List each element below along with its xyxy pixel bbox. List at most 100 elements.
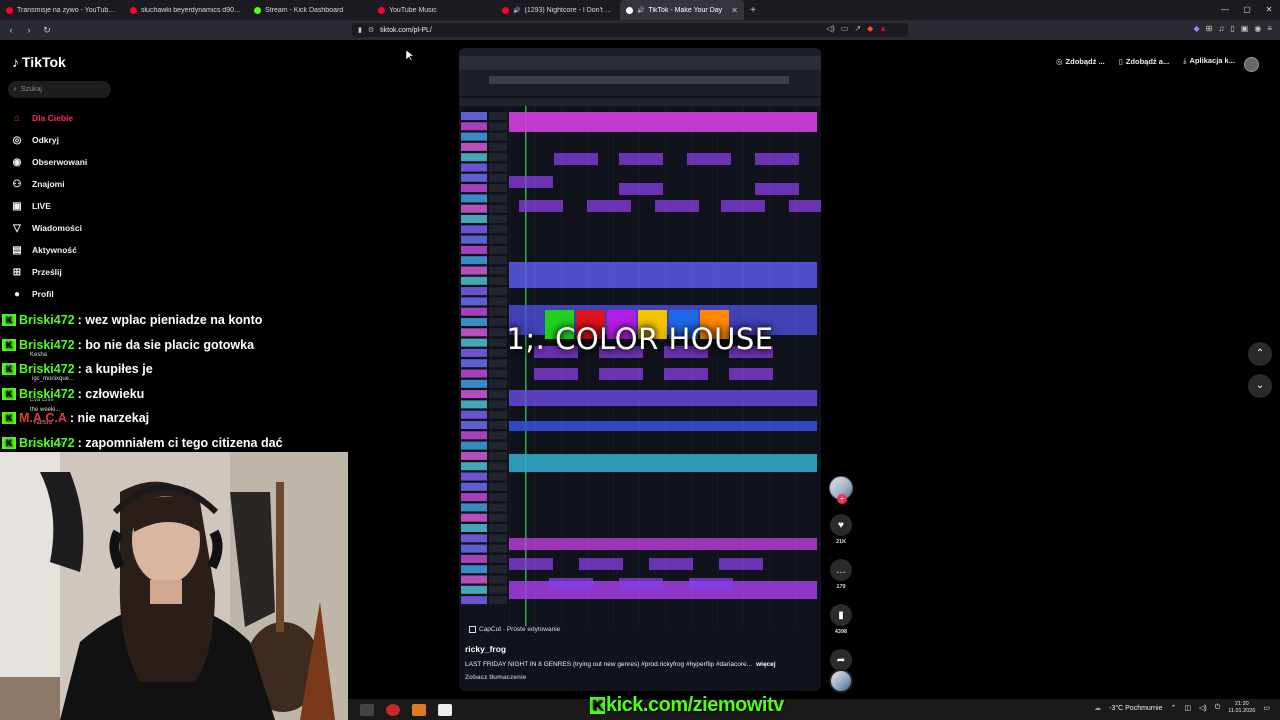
notifications-icon[interactable]: ▭ bbox=[1263, 704, 1270, 712]
volume-icon[interactable]: ◁) bbox=[1199, 704, 1207, 712]
see-translation-link[interactable]: Zobacz tłumaczenie bbox=[465, 674, 526, 681]
daw-clip bbox=[489, 266, 507, 275]
get-pc-app-button[interactable]: ▯ Zdobądź a... bbox=[1119, 57, 1169, 66]
nav-item[interactable]: ● Profil bbox=[10, 283, 150, 305]
audio-icon[interactable]: ◁) bbox=[826, 24, 835, 33]
daw-clip bbox=[461, 379, 487, 388]
daw-clip bbox=[489, 173, 507, 182]
maximize-button[interactable]: ▢ bbox=[1236, 0, 1258, 20]
daw-clip bbox=[509, 106, 510, 626]
tab-label: YouTube Music bbox=[389, 6, 437, 14]
comment-button[interactable]: … bbox=[830, 559, 852, 581]
capcut-badge[interactable]: CapCut · Proste edytowanie bbox=[469, 626, 560, 633]
daw-clip bbox=[509, 558, 553, 570]
browser-tab[interactable]: 🔊 (1293) Nightcore - I Don't Know bbox=[496, 0, 620, 20]
save-button[interactable]: ▮ bbox=[830, 604, 852, 626]
browser-tab[interactable]: 🔊 TikTok - Make Your Day ✕ bbox=[620, 0, 744, 20]
share-icon[interactable]: ↗ bbox=[854, 24, 861, 33]
taskbar-app-icon[interactable] bbox=[438, 703, 452, 716]
daw-clip bbox=[561, 106, 562, 626]
close-tab-icon[interactable]: ✕ bbox=[731, 6, 738, 15]
nav-item[interactable]: ⊞ Prześlij bbox=[10, 261, 150, 283]
power-icon[interactable]: ⏻ bbox=[1215, 704, 1221, 712]
kick-badge-icon: K bbox=[2, 338, 16, 351]
nav-item[interactable]: ⌂ Dla Ciebie bbox=[10, 107, 150, 129]
daw-clip bbox=[489, 287, 507, 296]
weather-text[interactable]: -3°C Pochmurnie bbox=[1109, 705, 1162, 712]
daw-clip bbox=[509, 538, 817, 550]
extension-icon[interactable]: ◆ bbox=[1194, 24, 1200, 33]
get-app-button[interactable]: ⤓ Aplikacja k... bbox=[1183, 56, 1235, 66]
taskbar-app-icon[interactable] bbox=[360, 703, 374, 716]
browser-tab[interactable]: Transmisje na żywo - YouTube Studio bbox=[0, 0, 124, 20]
nav-item[interactable]: ▣ LIVE bbox=[10, 195, 150, 217]
nav-item[interactable]: ▽ Wiadomości bbox=[10, 217, 150, 239]
forward-icon[interactable]: › bbox=[22, 25, 36, 35]
home-icon: ⌂ bbox=[13, 112, 21, 124]
daw-clip bbox=[459, 56, 821, 70]
daw-clip bbox=[461, 173, 487, 182]
daw-clip bbox=[461, 266, 487, 275]
daw-clip bbox=[689, 578, 733, 590]
creator-avatar[interactable]: + bbox=[829, 476, 853, 504]
previous-video-button[interactable]: ⌃ bbox=[1248, 342, 1272, 366]
tab-label: Transmisje na żywo - YouTube Studio bbox=[17, 6, 118, 14]
user-avatar[interactable] bbox=[1244, 57, 1259, 72]
bookmark-icon[interactable]: ▮ bbox=[358, 26, 362, 34]
system-clock[interactable]: 21:20 11.01.2026 bbox=[1228, 701, 1255, 715]
chevron-up-icon[interactable]: ⌃ bbox=[1170, 704, 1176, 712]
taskbar-brave-icon[interactable] bbox=[412, 703, 426, 716]
music-disc-icon[interactable] bbox=[829, 669, 853, 693]
reload-icon[interactable]: ↻ bbox=[40, 25, 54, 36]
music-icon[interactable]: ♫ bbox=[1218, 24, 1224, 33]
get-coins-button[interactable]: ◎ Zdobądź ... bbox=[1056, 57, 1105, 66]
back-icon[interactable]: ‹ bbox=[4, 25, 18, 35]
action-rail: + ♥ 21K … 179 ▮ 4398 ➦ 801 bbox=[828, 476, 854, 680]
profile-icon[interactable]: ◉ bbox=[1254, 24, 1261, 33]
daw-clip bbox=[489, 524, 507, 532]
nav-item[interactable]: ⚇ Znajomi bbox=[10, 173, 150, 195]
nav-item[interactable]: ◎ Odkryj bbox=[10, 129, 150, 151]
kick-url-text: kick.com/ziemowitv bbox=[606, 694, 784, 716]
daw-clip bbox=[461, 297, 487, 306]
nav-item-label: Odkryj bbox=[32, 135, 59, 145]
browser-tab[interactable]: słuchawki beyerdynamics d900 - Szu bbox=[124, 0, 248, 20]
nav-item[interactable]: ◉ Obserwowani bbox=[10, 151, 150, 173]
extension-icon[interactable]: ⊞ bbox=[1206, 24, 1213, 33]
search-input[interactable]: ⌕ Szukaj bbox=[8, 81, 111, 98]
brave-shield-icon[interactable]: ◆ bbox=[867, 24, 873, 33]
next-video-button[interactable]: ⌄ bbox=[1248, 374, 1272, 398]
tab-audio-icon[interactable]: 🔊 bbox=[637, 7, 644, 14]
follow-plus-icon[interactable]: + bbox=[837, 494, 847, 504]
reader-icon[interactable]: ▭ bbox=[841, 24, 849, 33]
more-link[interactable]: więcej bbox=[756, 661, 776, 668]
menu-icon[interactable]: ≡ bbox=[1267, 24, 1272, 33]
url-field[interactable]: ▮ ⚙ tiktok.com/pl-PL/ bbox=[352, 23, 908, 37]
share-button[interactable]: ➦ bbox=[830, 649, 852, 671]
like-button[interactable]: ♥ bbox=[830, 514, 852, 536]
tiktok-logo[interactable]: ♪ TikTok bbox=[12, 54, 66, 70]
daw-clip bbox=[549, 578, 593, 590]
daw-clip bbox=[519, 200, 563, 212]
nav-item[interactable]: ▤ Aktywność bbox=[10, 239, 150, 261]
daw-clip bbox=[489, 225, 507, 234]
video-author[interactable]: ricky_frog bbox=[465, 644, 506, 654]
daw-clip bbox=[619, 578, 663, 590]
wallet-icon[interactable]: ▣ bbox=[1241, 24, 1249, 33]
tab-audio-icon[interactable]: 🔊 bbox=[513, 7, 520, 14]
sidebar-icon[interactable]: ▯ bbox=[1230, 24, 1234, 33]
close-window-button[interactable]: ✕ bbox=[1258, 0, 1280, 20]
browser-tab[interactable]: Stream - Kick Dashboard bbox=[248, 0, 372, 20]
minimize-button[interactable]: — bbox=[1214, 0, 1236, 20]
video-player[interactable]: 1;. COLOR HOUSE CapCut · Proste edytowan… bbox=[459, 48, 821, 691]
new-tab-button[interactable]: + bbox=[744, 5, 762, 16]
rewards-icon[interactable]: ▲ bbox=[879, 24, 887, 33]
network-icon[interactable]: ◫ bbox=[1184, 704, 1191, 712]
tab-favicon-icon bbox=[378, 6, 385, 14]
kick-badge-icon: K bbox=[2, 314, 16, 327]
daw-clip bbox=[489, 194, 507, 203]
site-info-icon[interactable]: ⚙ bbox=[368, 26, 374, 34]
weather-icon[interactable]: ☁ bbox=[1094, 704, 1101, 712]
browser-tab[interactable]: YouTube Music bbox=[372, 0, 496, 20]
taskbar-obs-icon[interactable] bbox=[386, 703, 400, 716]
